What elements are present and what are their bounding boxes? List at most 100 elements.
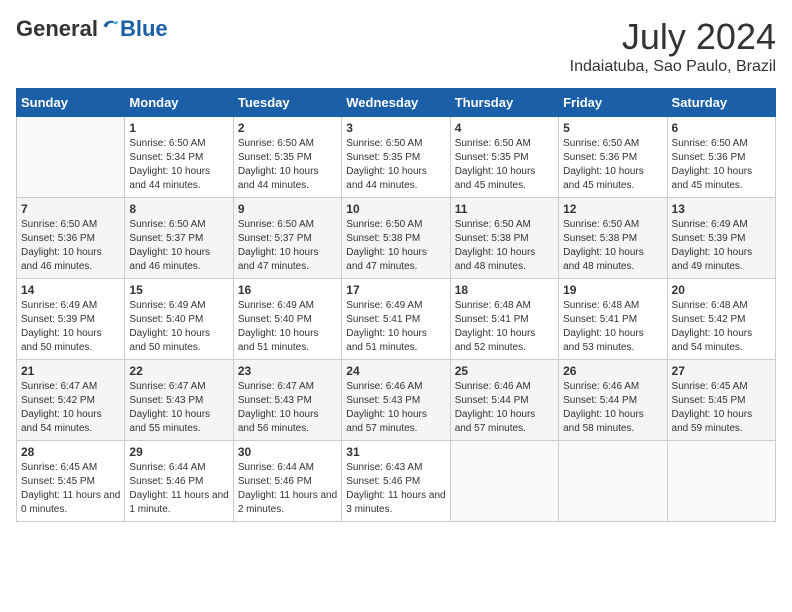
calendar-cell bbox=[667, 441, 775, 522]
calendar-cell: 21Sunrise: 6:47 AMSunset: 5:42 PMDayligh… bbox=[17, 360, 125, 441]
logo: General Blue bbox=[16, 16, 168, 42]
day-number: 28 bbox=[21, 445, 120, 459]
day-info: Sunrise: 6:46 AMSunset: 5:44 PMDaylight:… bbox=[563, 380, 662, 436]
day-number: 30 bbox=[238, 445, 337, 459]
calendar-cell: 8 Sunrise: 6:50 AMSunset: 5:37 PMDaylight… bbox=[125, 198, 233, 279]
calendar-cell: 19Sunrise: 6:48 AMSunset: 5:41 PMDayligh… bbox=[559, 279, 667, 360]
day-number: 16 bbox=[238, 283, 337, 297]
day-info: Sunrise: 6:48 AMSunset: 5:42 PMDaylight:… bbox=[672, 299, 771, 355]
calendar-cell bbox=[450, 441, 558, 522]
title-block: July 2024 Indaiatuba, Sao Paulo, Brazil bbox=[570, 16, 776, 76]
day-number: 11 bbox=[455, 202, 554, 216]
day-info: Sunrise: 6:45 AMSunset: 5:45 PMDaylight:… bbox=[21, 461, 120, 517]
day-info: Sunrise: 6:50 AMSunset: 5:38 PMDaylight:… bbox=[563, 218, 662, 274]
day-number: 7 bbox=[21, 202, 120, 216]
header-day-wednesday: Wednesday bbox=[342, 89, 450, 117]
day-info: Sunrise: 6:47 AMSunset: 5:43 PMDaylight:… bbox=[129, 380, 228, 436]
calendar-body: 1 Sunrise: 6:50 AMSunset: 5:34 PMDaylight… bbox=[17, 117, 776, 522]
day-info: Sunrise: 6:45 AMSunset: 5:45 PMDaylight:… bbox=[672, 380, 771, 436]
calendar-cell bbox=[559, 441, 667, 522]
day-info: Sunrise: 6:49 AMSunset: 5:39 PMDaylight:… bbox=[21, 299, 120, 355]
day-info: Sunrise: 6:49 AMSunset: 5:40 PMDaylight:… bbox=[238, 299, 337, 355]
calendar-week-4: 21Sunrise: 6:47 AMSunset: 5:42 PMDayligh… bbox=[17, 360, 776, 441]
calendar-cell: 27 Sunrise: 6:45 AMSunset: 5:45 PMDayligh… bbox=[667, 360, 775, 441]
calendar-cell: 15Sunrise: 6:49 AMSunset: 5:40 PMDayligh… bbox=[125, 279, 233, 360]
calendar-cell: 5Sunrise: 6:50 AMSunset: 5:36 PMDaylight… bbox=[559, 117, 667, 198]
calendar-cell: 31 Sunrise: 6:43 AMSunset: 5:46 PMDayligh… bbox=[342, 441, 450, 522]
day-number: 31 bbox=[346, 445, 445, 459]
day-info: Sunrise: 6:47 AMSunset: 5:42 PMDaylight:… bbox=[21, 380, 120, 436]
calendar-cell: 22Sunrise: 6:47 AMSunset: 5:43 PMDayligh… bbox=[125, 360, 233, 441]
day-info: Sunrise: 6:44 AMSunset: 5:46 PMDaylight:… bbox=[129, 461, 228, 517]
header-day-tuesday: Tuesday bbox=[233, 89, 341, 117]
day-number: 4 bbox=[455, 121, 554, 135]
day-info: Sunrise: 6:50 AMSunset: 5:36 PMDaylight:… bbox=[563, 137, 662, 193]
header-day-thursday: Thursday bbox=[450, 89, 558, 117]
location-subtitle: Indaiatuba, Sao Paulo, Brazil bbox=[570, 58, 776, 76]
day-number: 6 bbox=[672, 121, 771, 135]
calendar-cell: 13Sunrise: 6:49 AMSunset: 5:39 PMDayligh… bbox=[667, 198, 775, 279]
day-info: Sunrise: 6:46 AMSunset: 5:43 PMDaylight:… bbox=[346, 380, 445, 436]
day-info: Sunrise: 6:50 AMSunset: 5:37 PMDaylight:… bbox=[238, 218, 337, 274]
day-number: 14 bbox=[21, 283, 120, 297]
calendar-cell: 1 Sunrise: 6:50 AMSunset: 5:34 PMDaylight… bbox=[125, 117, 233, 198]
day-info: Sunrise: 6:43 AMSunset: 5:46 PMDaylight:… bbox=[346, 461, 445, 517]
header-day-saturday: Saturday bbox=[667, 89, 775, 117]
calendar-cell: 2 Sunrise: 6:50 AMSunset: 5:35 PMDaylight… bbox=[233, 117, 341, 198]
day-number: 1 bbox=[129, 121, 228, 135]
calendar-week-2: 7 Sunrise: 6:50 AMSunset: 5:36 PMDaylight… bbox=[17, 198, 776, 279]
calendar-cell: 17 Sunrise: 6:49 AMSunset: 5:41 PMDayligh… bbox=[342, 279, 450, 360]
logo-blue-text: Blue bbox=[120, 16, 168, 42]
day-info: Sunrise: 6:50 AMSunset: 5:36 PMDaylight:… bbox=[21, 218, 120, 274]
day-info: Sunrise: 6:50 AMSunset: 5:34 PMDaylight:… bbox=[129, 137, 228, 193]
day-number: 27 bbox=[672, 364, 771, 378]
day-info: Sunrise: 6:50 AMSunset: 5:36 PMDaylight:… bbox=[672, 137, 771, 193]
header-day-sunday: Sunday bbox=[17, 89, 125, 117]
day-info: Sunrise: 6:49 AMSunset: 5:39 PMDaylight:… bbox=[672, 218, 771, 274]
calendar-cell: 6 Sunrise: 6:50 AMSunset: 5:36 PMDaylight… bbox=[667, 117, 775, 198]
day-number: 9 bbox=[238, 202, 337, 216]
day-number: 29 bbox=[129, 445, 228, 459]
day-info: Sunrise: 6:44 AMSunset: 5:46 PMDaylight:… bbox=[238, 461, 337, 517]
day-info: Sunrise: 6:50 AMSunset: 5:37 PMDaylight:… bbox=[129, 218, 228, 274]
calendar-cell: 4Sunrise: 6:50 AMSunset: 5:35 PMDaylight… bbox=[450, 117, 558, 198]
calendar-cell: 11Sunrise: 6:50 AMSunset: 5:38 PMDayligh… bbox=[450, 198, 558, 279]
day-number: 2 bbox=[238, 121, 337, 135]
day-info: Sunrise: 6:48 AMSunset: 5:41 PMDaylight:… bbox=[455, 299, 554, 355]
calendar-cell: 9 Sunrise: 6:50 AMSunset: 5:37 PMDaylight… bbox=[233, 198, 341, 279]
day-info: Sunrise: 6:49 AMSunset: 5:41 PMDaylight:… bbox=[346, 299, 445, 355]
day-info: Sunrise: 6:50 AMSunset: 5:35 PMDaylight:… bbox=[238, 137, 337, 193]
calendar-week-5: 28 Sunrise: 6:45 AMSunset: 5:45 PMDayligh… bbox=[17, 441, 776, 522]
calendar-header: SundayMondayTuesdayWednesdayThursdayFrid… bbox=[17, 89, 776, 117]
calendar-cell: 20 Sunrise: 6:48 AMSunset: 5:42 PMDayligh… bbox=[667, 279, 775, 360]
day-number: 15 bbox=[129, 283, 228, 297]
day-info: Sunrise: 6:47 AMSunset: 5:43 PMDaylight:… bbox=[238, 380, 337, 436]
calendar-cell: 3 Sunrise: 6:50 AMSunset: 5:35 PMDaylight… bbox=[342, 117, 450, 198]
calendar-cell: 24 Sunrise: 6:46 AMSunset: 5:43 PMDayligh… bbox=[342, 360, 450, 441]
calendar-cell: 14 Sunrise: 6:49 AMSunset: 5:39 PMDayligh… bbox=[17, 279, 125, 360]
logo-general-text: General bbox=[16, 16, 98, 42]
day-info: Sunrise: 6:48 AMSunset: 5:41 PMDaylight:… bbox=[563, 299, 662, 355]
day-number: 8 bbox=[129, 202, 228, 216]
calendar-cell: 23 Sunrise: 6:47 AMSunset: 5:43 PMDayligh… bbox=[233, 360, 341, 441]
day-number: 20 bbox=[672, 283, 771, 297]
day-number: 18 bbox=[455, 283, 554, 297]
logo-icon bbox=[100, 16, 120, 36]
calendar-week-1: 1 Sunrise: 6:50 AMSunset: 5:34 PMDaylight… bbox=[17, 117, 776, 198]
calendar-cell: 12 Sunrise: 6:50 AMSunset: 5:38 PMDayligh… bbox=[559, 198, 667, 279]
header-day-monday: Monday bbox=[125, 89, 233, 117]
calendar-cell: 30 Sunrise: 6:44 AMSunset: 5:46 PMDayligh… bbox=[233, 441, 341, 522]
day-number: 17 bbox=[346, 283, 445, 297]
day-number: 12 bbox=[563, 202, 662, 216]
day-number: 24 bbox=[346, 364, 445, 378]
day-number: 3 bbox=[346, 121, 445, 135]
day-info: Sunrise: 6:46 AMSunset: 5:44 PMDaylight:… bbox=[455, 380, 554, 436]
month-year-title: July 2024 bbox=[570, 16, 776, 58]
calendar-cell bbox=[17, 117, 125, 198]
day-number: 10 bbox=[346, 202, 445, 216]
day-number: 23 bbox=[238, 364, 337, 378]
day-info: Sunrise: 6:50 AMSunset: 5:38 PMDaylight:… bbox=[346, 218, 445, 274]
header-day-friday: Friday bbox=[559, 89, 667, 117]
day-info: Sunrise: 6:50 AMSunset: 5:35 PMDaylight:… bbox=[346, 137, 445, 193]
calendar-cell: 26Sunrise: 6:46 AMSunset: 5:44 PMDayligh… bbox=[559, 360, 667, 441]
